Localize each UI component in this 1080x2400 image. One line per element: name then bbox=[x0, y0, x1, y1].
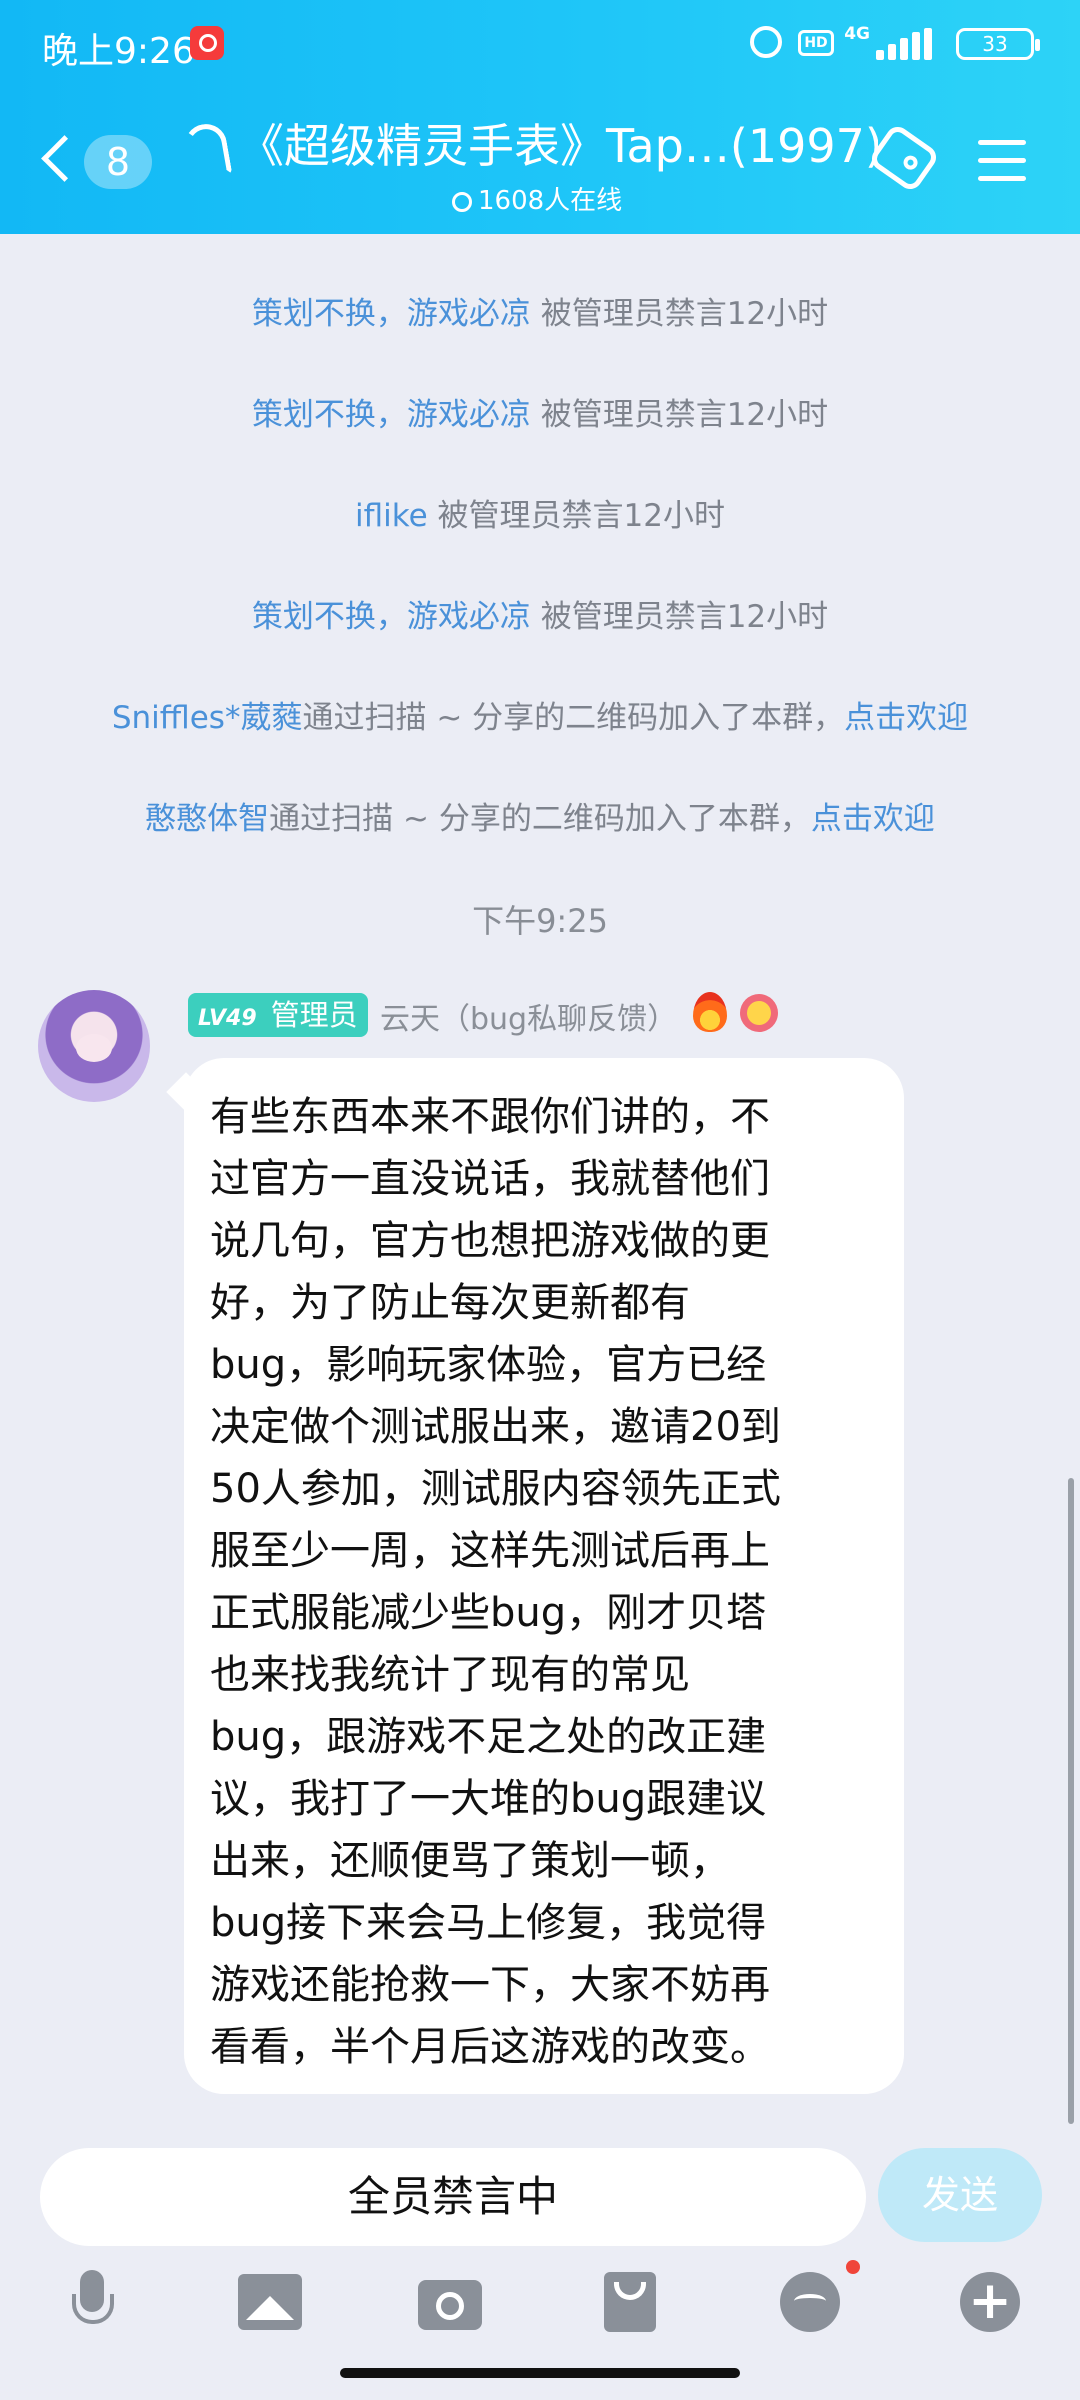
back-icon[interactable] bbox=[41, 135, 88, 182]
level-label: LV49 bbox=[198, 1006, 257, 1031]
admin-level-badge: LV49 管理员 bbox=[188, 993, 368, 1037]
image-icon[interactable] bbox=[238, 2270, 302, 2334]
online-count: 1608人在线 bbox=[478, 186, 623, 216]
chat-header: 晚上9:26 HD 4G 33 8 《超级精灵手表》Tap…(1997) 160… bbox=[0, 0, 1080, 234]
group-title[interactable]: 《超级精灵手表》Tap…(1997) bbox=[238, 110, 878, 176]
status-icons: HD 4G 33 bbox=[720, 24, 1040, 64]
system-message: 策划不换，游戏必凉 被管理员禁言12小时 bbox=[251, 599, 829, 635]
plus-icon[interactable] bbox=[960, 2270, 1024, 2334]
avatar[interactable] bbox=[38, 990, 150, 1102]
member-name-link[interactable]: 策划不换，游戏必凉 bbox=[252, 296, 531, 332]
earpiece-mode-icon[interactable] bbox=[181, 120, 233, 182]
member-name-link[interactable]: 策划不换，游戏必凉 bbox=[252, 397, 531, 433]
fire-icon bbox=[693, 992, 727, 1032]
signal-icon bbox=[876, 28, 936, 60]
welcome-link[interactable]: 点击欢迎 bbox=[811, 801, 935, 837]
home-indicator[interactable] bbox=[340, 2368, 740, 2378]
member-name-link[interactable]: Sniffles*葳蕤 bbox=[112, 700, 303, 736]
member-name-link[interactable]: 策划不换，游戏必凉 bbox=[252, 599, 531, 635]
sender-name[interactable]: 云天（bug私聊反馈） bbox=[380, 994, 677, 1038]
online-icon bbox=[452, 192, 472, 212]
camera-icon[interactable] bbox=[418, 2270, 482, 2334]
network-type: 4G bbox=[844, 24, 870, 44]
system-message: Sniffles*葳蕤通过扫描 ~ 分享的二维码加入了本群，点击欢迎 bbox=[111, 700, 969, 736]
new-indicator-dot bbox=[846, 2260, 860, 2274]
notification-app-icon bbox=[190, 26, 224, 60]
message-timestamp: 下午9:25 bbox=[472, 902, 608, 940]
role-label: 管理员 bbox=[270, 998, 358, 1032]
scrollbar[interactable] bbox=[1068, 1478, 1074, 2124]
message-input[interactable]: 全员禁言中 bbox=[40, 2148, 866, 2246]
system-message: iflike 被管理员禁言12小时 bbox=[355, 498, 725, 534]
red-packet-icon[interactable] bbox=[598, 2270, 662, 2334]
system-message: 憨憨体智通过扫描 ~ 分享的二维码加入了本群，点击欢迎 bbox=[145, 801, 935, 837]
welcome-link[interactable]: 点击欢迎 bbox=[844, 700, 968, 736]
smile-badge-icon bbox=[740, 994, 778, 1032]
menu-icon[interactable] bbox=[978, 140, 1026, 182]
emoji-icon[interactable] bbox=[780, 2270, 844, 2334]
status-bar: 晚上9:26 HD 4G 33 bbox=[0, 0, 1080, 90]
system-message: 策划不换，游戏必凉 被管理员禁言12小时 bbox=[251, 296, 829, 332]
message-bubble[interactable]: 有些东西本来不跟你们讲的，不 过官方一直没说话，我就替他们 说几句，官方也想把游… bbox=[184, 1058, 904, 2094]
group-tag-icon[interactable] bbox=[867, 122, 941, 194]
system-message: 策划不换，游戏必凉 被管理员禁言12小时 bbox=[251, 397, 829, 433]
hd-icon: HD bbox=[798, 30, 834, 56]
battery-icon: 33 bbox=[956, 28, 1040, 60]
online-status: 1608人在线 bbox=[452, 180, 622, 217]
send-button[interactable]: 发送 bbox=[878, 2148, 1042, 2242]
member-name-link[interactable]: 憨憨体智 bbox=[145, 801, 269, 837]
unread-count-badge[interactable]: 8 bbox=[84, 135, 152, 189]
alarm-icon bbox=[750, 26, 782, 58]
message-text: 有些东西本来不跟你们讲的，不 过官方一直没说话，我就替他们 说几句，官方也想把游… bbox=[210, 1094, 781, 2070]
member-name-link[interactable]: iflike bbox=[355, 498, 428, 534]
microphone-icon[interactable] bbox=[60, 2270, 124, 2334]
status-time: 晚上9:26 bbox=[42, 31, 195, 72]
